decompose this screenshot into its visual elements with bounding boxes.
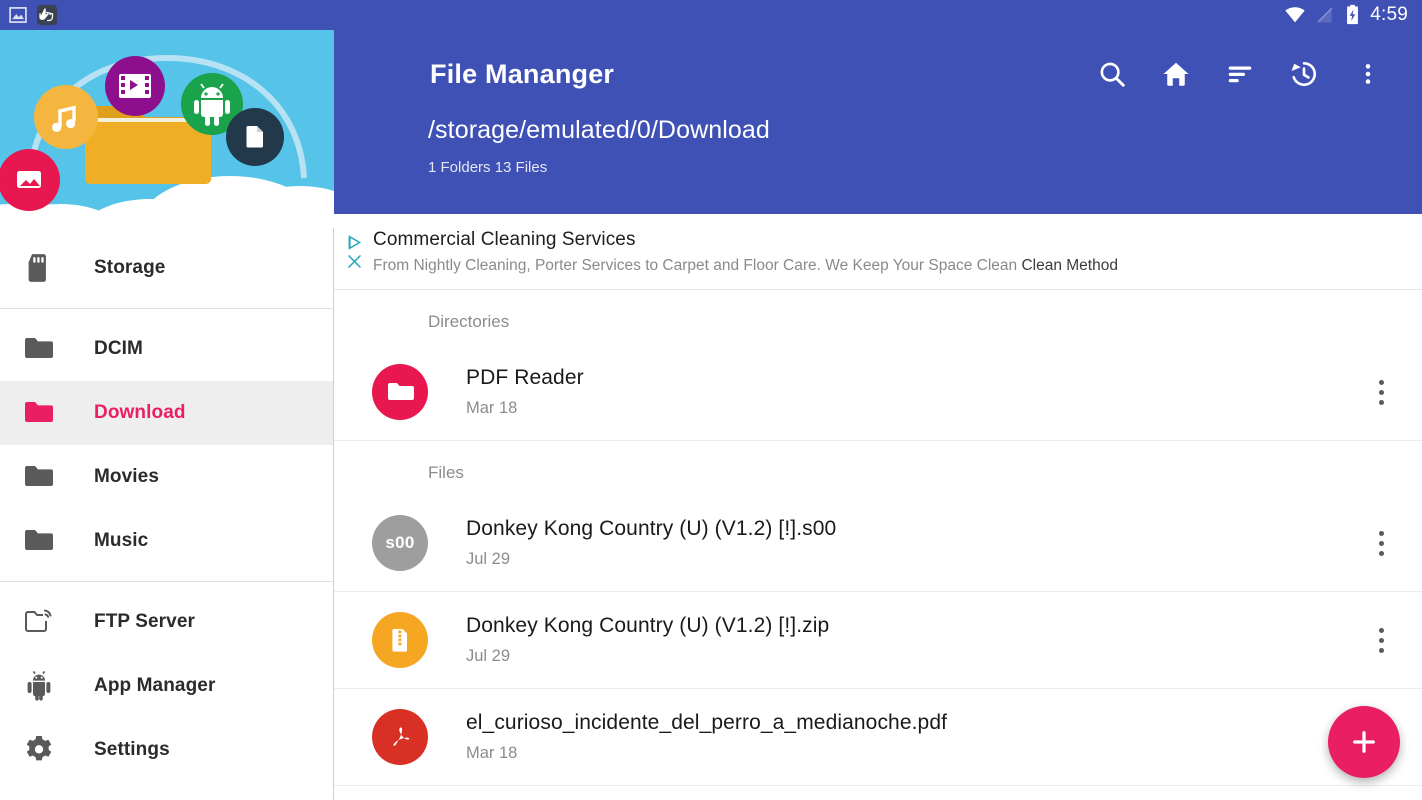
- sidebar-item-settings[interactable]: Settings: [0, 718, 333, 782]
- app-bar-actions: [1096, 58, 1402, 90]
- search-icon[interactable]: [1096, 58, 1128, 90]
- home-icon[interactable]: [1160, 58, 1192, 90]
- close-icon[interactable]: [346, 253, 363, 270]
- drawer-header-graphic: [0, 30, 334, 228]
- adchoices-icon[interactable]: [346, 234, 363, 251]
- folder-icon: [22, 332, 56, 366]
- ad-description: From Nightly Cleaning, Porter Services t…: [373, 257, 1118, 275]
- sidebar-item-storage[interactable]: Storage: [0, 236, 333, 300]
- row-overflow-menu-icon[interactable]: [1364, 620, 1398, 660]
- sidebar-item-music[interactable]: Music: [0, 509, 333, 573]
- app-root: 4:59 Storage DCIM Download Movies Music …: [0, 0, 1422, 800]
- drawer-nav-list: Storage DCIM Download Movies Music FTP S…: [0, 228, 333, 790]
- battery-charging-icon: [1347, 4, 1359, 25]
- folder-icon: [22, 396, 56, 430]
- sidebar-item-label: FTP Server: [94, 611, 195, 632]
- sidebar-item-label: Settings: [94, 739, 170, 760]
- sidebar-item-dcim[interactable]: DCIM: [0, 317, 333, 381]
- row-text-block: el_curioso_incidente_del_perro_a_mediano…: [466, 711, 1364, 763]
- generic-file-icon: s00: [372, 515, 428, 571]
- nav-group-tools: FTP Server App Manager Settings: [0, 582, 333, 790]
- table-row[interactable]: PDF Reader Mar 18: [334, 344, 1422, 441]
- video-bubble: [105, 56, 165, 116]
- folder-summary: 1 Folders 13 Files: [428, 159, 548, 176]
- table-row[interactable]: s00 Donkey Kong Country (U) (V1.2) [!].s…: [334, 495, 1422, 592]
- file-date: Jul 29: [466, 550, 511, 568]
- row-text-block: Donkey Kong Country (U) (V1.2) [!].s00 J…: [466, 517, 1364, 569]
- sd-card-icon: [22, 251, 56, 285]
- current-path: /storage/emulated/0/Download: [428, 116, 770, 144]
- document-bubble: [226, 108, 284, 166]
- ad-headline: Commercial Cleaning Services: [373, 228, 636, 250]
- sidebar-item-label: Movies: [94, 466, 160, 487]
- android-icon: [22, 669, 56, 703]
- breadcrumb[interactable]: /storage/emulated/0/Download 1 Folders 1…: [334, 116, 1422, 177]
- section-header-directories: Directories: [428, 312, 510, 331]
- row-overflow-menu-icon[interactable]: [1364, 372, 1398, 412]
- status-bar-clock: 4:59: [1370, 4, 1408, 25]
- history-icon[interactable]: [1288, 58, 1320, 90]
- nav-group-storage: Storage: [0, 228, 333, 308]
- music-bubble: [34, 85, 98, 149]
- image-bubble: [0, 149, 60, 211]
- pdf-file-icon: [372, 709, 428, 765]
- file-date: Mar 18: [466, 399, 518, 417]
- signal-off-icon: [1317, 7, 1333, 23]
- zip-archive-icon: [372, 612, 428, 668]
- table-row[interactable]: el_curioso_incidente_del_perro_a_mediano…: [334, 689, 1422, 786]
- sidebar-item-label: Download: [94, 402, 186, 423]
- sidebar-item-ftp-server[interactable]: FTP Server: [0, 590, 333, 654]
- status-bar: 4:59: [0, 0, 1422, 30]
- row-text-block: PDF Reader Mar 18: [466, 366, 1364, 418]
- status-bar-left-icons: [0, 4, 58, 26]
- sidebar-item-label: App Manager: [94, 675, 216, 696]
- sidebar-item-app-manager[interactable]: App Manager: [0, 654, 333, 718]
- ad-advertiser: Clean Method: [1021, 256, 1118, 274]
- overflow-menu-icon[interactable]: [1352, 58, 1384, 90]
- ad-banner[interactable]: Commercial Cleaning Services From Nightl…: [334, 214, 1422, 290]
- add-button[interactable]: [1328, 706, 1400, 778]
- drawer-header-illustration: [0, 30, 334, 228]
- table-row[interactable]: Donkey Kong Country (U) (V1.2) [!].zip J…: [334, 592, 1422, 689]
- touch-pointer-icon: [36, 4, 58, 26]
- sidebar-item-label: DCIM: [94, 338, 143, 359]
- row-text-block: Donkey Kong Country (U) (V1.2) [!].zip J…: [466, 614, 1364, 666]
- screenshot-icon: [9, 7, 27, 23]
- sidebar-item-movies[interactable]: Movies: [0, 445, 333, 509]
- plus-icon: [1353, 731, 1375, 753]
- status-bar-right-icons: 4:59: [1284, 4, 1422, 26]
- file-name: PDF Reader: [466, 366, 584, 389]
- content-pane: File Mananger /storage/emulated/0/Downlo…: [334, 30, 1422, 800]
- gear-icon: [22, 733, 56, 767]
- file-name: Donkey Kong Country (U) (V1.2) [!].zip: [466, 614, 830, 637]
- app-bar: File Mananger /storage/emulated/0/Downlo…: [334, 30, 1422, 214]
- file-name: el_curioso_incidente_del_perro_a_mediano…: [466, 711, 948, 734]
- nav-group-folders: DCIM Download Movies Music: [0, 309, 333, 581]
- sort-icon[interactable]: [1224, 58, 1256, 90]
- page-title: File Mananger: [430, 58, 615, 89]
- folder-icon: [22, 460, 56, 494]
- file-date: Mar 18: [466, 744, 518, 762]
- sidebar-item-label: Storage: [94, 257, 166, 278]
- folder-wifi-icon: [22, 605, 56, 639]
- file-name: Donkey Kong Country (U) (V1.2) [!].s00: [466, 517, 837, 540]
- row-overflow-menu-icon[interactable]: [1364, 523, 1398, 563]
- folder-icon: [22, 524, 56, 558]
- ad-body: Commercial Cleaning Services From Nightl…: [369, 229, 1118, 275]
- file-date: Jul 29: [466, 647, 511, 665]
- file-list[interactable]: Directories PDF Reader Mar 18 Files s00 …: [334, 290, 1422, 800]
- app-bar-top-row: File Mananger: [334, 30, 1422, 118]
- section-header-files: Files: [428, 463, 464, 482]
- ad-badge-column: [339, 234, 369, 270]
- sidebar-item-label: Music: [94, 530, 149, 551]
- ad-description-text: From Nightly Cleaning, Porter Services t…: [373, 256, 1022, 274]
- folder-round-icon: [372, 364, 428, 420]
- navigation-drawer: Storage DCIM Download Movies Music FTP S…: [0, 30, 334, 800]
- wifi-icon: [1285, 7, 1305, 23]
- file-extension-label: s00: [385, 533, 415, 552]
- sidebar-item-download[interactable]: Download: [0, 381, 333, 445]
